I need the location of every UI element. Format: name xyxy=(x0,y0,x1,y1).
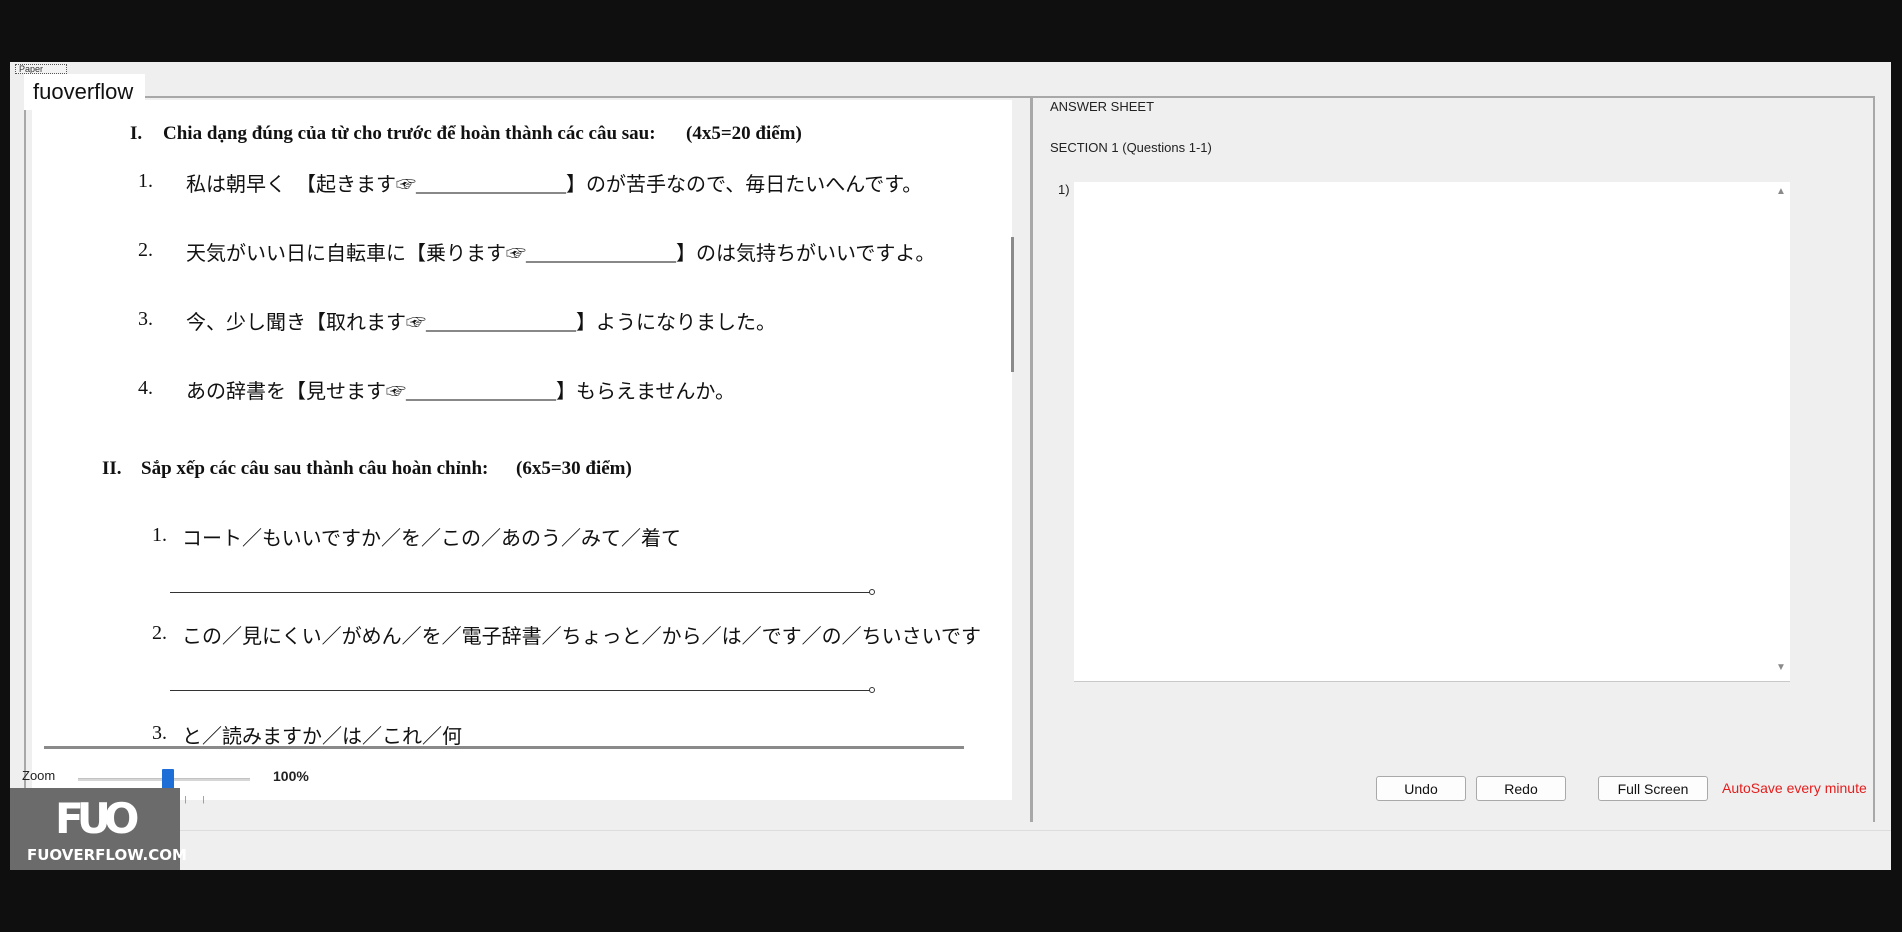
scroll-up-arrow-icon[interactable]: ▲ xyxy=(1776,186,1786,197)
answer-sheet-title: ANSWER SHEET xyxy=(1050,99,1155,114)
s2-q2-answer-line xyxy=(170,690,870,691)
full-screen-button[interactable]: Full Screen xyxy=(1598,776,1708,801)
s1-q2-number: 2. xyxy=(138,239,153,261)
s2-q1-line-end xyxy=(869,589,875,595)
undo-button[interactable]: Undo xyxy=(1376,776,1466,801)
zoom-label: Zoom xyxy=(22,768,56,783)
s1-q4-text: あの辞書を【見せます☞_______________】もらえませんか。 xyxy=(186,381,735,403)
question-1-label: 1) xyxy=(1058,182,1070,197)
section-1-title: Chia dạng đúng của từ cho trước để hoàn … xyxy=(163,123,656,144)
s2-q3-text: と／読みますか／は／これ／何 xyxy=(182,726,462,748)
section-2-numeral: II. xyxy=(102,458,122,479)
s2-q2-line-end xyxy=(869,687,875,693)
s1-q2-text: 天気がいい日に自転車に【乗ります☞_______________】のは気持ちがい… xyxy=(186,243,936,265)
redo-button[interactable]: Redo xyxy=(1476,776,1566,801)
paper-horizontal-scrollbar[interactable] xyxy=(44,746,964,749)
s2-q1-answer-line xyxy=(170,592,870,593)
exam-window: Paper I. Chia dạng đúng của từ cho trước… xyxy=(10,62,1891,870)
s2-q3-number: 3. xyxy=(152,722,167,744)
answer-section-label: SECTION 1 (Questions 1-1) xyxy=(1050,140,1212,155)
autosave-notice: AutoSave every minute xyxy=(1722,780,1867,796)
logo-text: FUOVERFLOW.COM xyxy=(27,846,187,864)
s1-q3-number: 3. xyxy=(138,308,153,330)
s2-q2-number: 2. xyxy=(152,622,167,644)
status-divider xyxy=(10,830,1891,831)
s1-q3-text: 今、少し聞き【取れます☞_______________】ようになりました。 xyxy=(186,312,776,334)
paper-viewport[interactable]: I. Chia dạng đúng của từ cho trước để ho… xyxy=(32,100,1012,800)
answer-textarea[interactable] xyxy=(1074,182,1790,682)
section-1-numeral: I. xyxy=(130,123,143,144)
s2-q1-text: コート／もいいですか／を／この／あのう／みて／着て xyxy=(182,528,681,550)
s1-q1-text: 私は朝早く 【起きます☞_______________】のが苦手なので、毎日たい… xyxy=(186,174,923,196)
paper-tab[interactable]: Paper xyxy=(15,64,67,74)
zoom-value: 100% xyxy=(273,768,309,784)
logo-mark: FUO xyxy=(55,794,139,843)
s2-q2-text: この／見にくい／がめん／を／電子辞書／ちょっと／から／は／です／の／ちいさいです xyxy=(182,626,981,648)
section-2-score: (6x5=30 điểm) xyxy=(516,458,632,479)
s1-q4-number: 4. xyxy=(138,377,153,399)
s1-q1-number: 1. xyxy=(138,170,153,192)
section-2-title: Sắp xếp các câu sau thành câu hoàn chỉnh… xyxy=(141,458,489,479)
section-1-score: (4x5=20 điểm) xyxy=(686,123,802,144)
fuoverflow-logo: FUO FUOVERFLOW.COM xyxy=(10,788,187,870)
s2-q1-number: 1. xyxy=(152,524,167,546)
scroll-down-arrow-icon[interactable]: ▼ xyxy=(1776,662,1786,673)
fuoverflow-watermark-label: fuoverflow xyxy=(24,74,146,110)
paper-vertical-scrollbar[interactable] xyxy=(1011,237,1014,372)
